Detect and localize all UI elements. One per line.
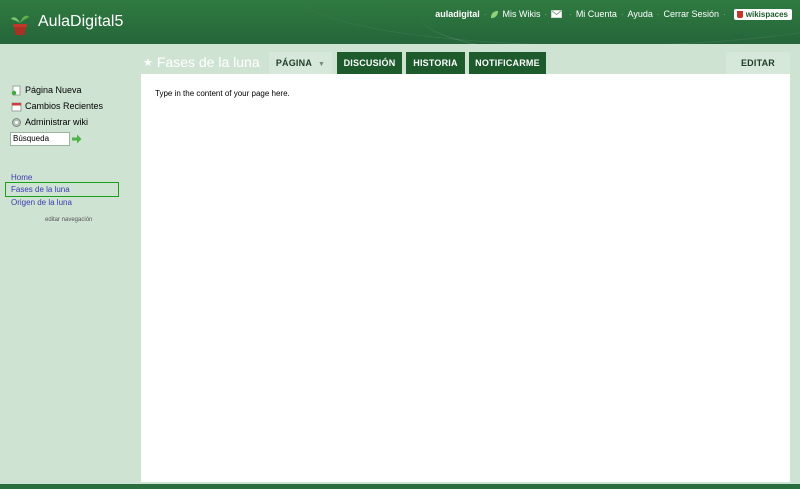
page-title: ★ Fases de la luna — [143, 54, 260, 70]
sidebar-item-label: Página Nueva — [25, 85, 82, 95]
footer-bar — [0, 484, 800, 489]
sidebar-item-label: Cambios Recientes — [25, 101, 104, 111]
help-link[interactable]: Ayuda — [628, 9, 653, 19]
tab-history-label: HISTORIA — [413, 58, 458, 68]
sidebar-item-label: Administrar wiki — [25, 117, 89, 127]
separator: · — [569, 9, 572, 19]
plant-pot-icon — [736, 10, 743, 18]
sidebar-item-manage-wiki[interactable]: Administrar wiki — [11, 116, 88, 128]
search-input[interactable]: Búsqueda — [10, 132, 70, 146]
leaf-icon — [491, 10, 499, 18]
tab-page-label: PÁGINA — [275, 58, 313, 68]
sidebar-item-new-page[interactable]: Página Nueva — [11, 84, 82, 96]
separator: · — [723, 9, 726, 19]
gear-icon — [12, 117, 21, 127]
edit-button-label: EDITAR — [740, 58, 776, 68]
sidebar-item-recent-changes[interactable]: Cambios Recientes — [11, 100, 103, 112]
header-bar: AulaDigital5 auladigital · Mis Wikis · ·… — [0, 0, 800, 44]
separator: · — [620, 9, 624, 19]
page-title-text: Fases de la luna — [156, 54, 260, 70]
edit-button[interactable]: EDITAR — [726, 52, 790, 74]
calendar-icon — [11, 102, 22, 111]
page-content: Type in the content of your page here. — [141, 74, 790, 482]
username-link[interactable]: auladigital — [435, 9, 480, 19]
separator: · — [483, 9, 487, 19]
caret-down-icon[interactable]: ▼ — [318, 61, 325, 68]
plant-pot-icon[interactable] — [10, 11, 30, 35]
tab-discussion-label: DISCUSIÓN — [343, 58, 396, 68]
wikispaces-label: wikispaces — [745, 9, 788, 19]
tab-notify[interactable]: NOTIFICARME — [469, 52, 546, 74]
tab-notify-label: NOTIFICARME — [475, 58, 540, 68]
edit-navigation-link[interactable]: editar navegación — [45, 217, 92, 223]
star-icon[interactable]: ★ — [143, 56, 153, 69]
page-body-text: Type in the content of your page here. — [155, 89, 290, 98]
envelope-icon[interactable] — [551, 10, 563, 18]
my-account-link[interactable]: Mi Cuenta — [576, 9, 617, 19]
nav-link-fases-de-la-luna[interactable]: Fases de la luna — [11, 184, 70, 195]
new-page-icon — [11, 85, 21, 95]
separator: · — [656, 9, 660, 19]
tab-discussion[interactable]: DISCUSIÓN — [337, 52, 402, 74]
arrow-right-icon[interactable] — [72, 134, 82, 144]
wikispaces-badge[interactable]: wikispaces — [733, 8, 792, 20]
site-title[interactable]: AulaDigital5 — [38, 13, 123, 31]
tab-page[interactable]: PÁGINA ▼ — [269, 52, 332, 74]
tab-history[interactable]: HISTORIA — [406, 52, 465, 74]
my-wikis-link[interactable]: Mis Wikis — [502, 9, 540, 19]
separator: · — [544, 9, 548, 19]
nav-link-origen-de-la-luna[interactable]: Origen de la luna — [11, 197, 72, 208]
top-navigation: auladigital · Mis Wikis · · Mi Cuenta · … — [435, 7, 792, 21]
logout-link[interactable]: Cerrar Sesión — [664, 9, 720, 19]
